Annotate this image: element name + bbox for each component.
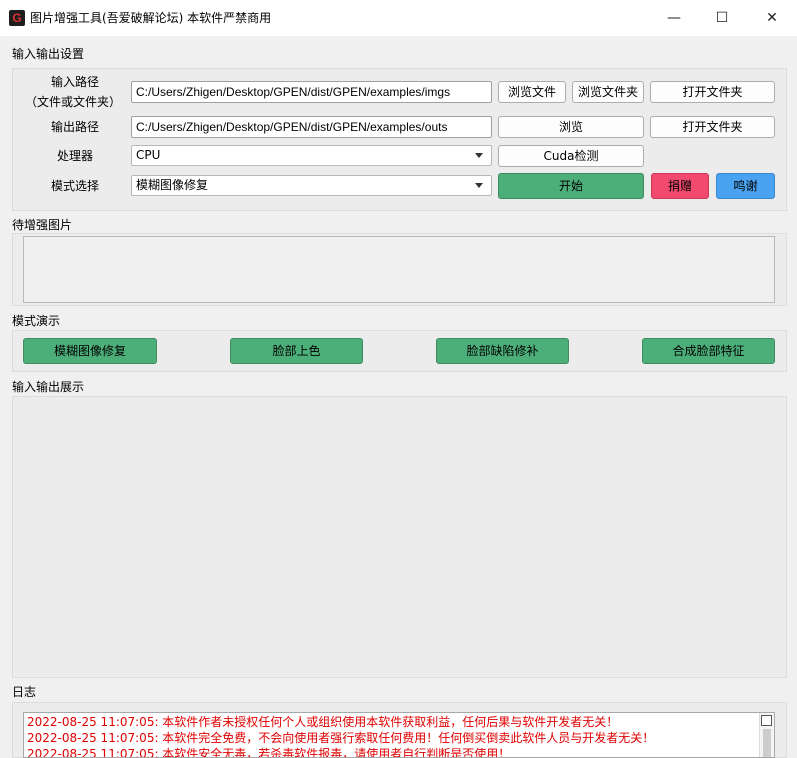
processor-value: CPU <box>136 148 161 162</box>
pending-images-list[interactable] <box>23 236 775 303</box>
input-path-field[interactable]: C:/Users/Zhigen/Desktop/GPEN/dist/GPEN/e… <box>131 81 492 103</box>
processor-select[interactable]: CPU <box>131 145 492 166</box>
mode-demo-label: 模式演示 <box>12 314 61 328</box>
thanks-button[interactable]: 鸣谢 <box>716 173 775 199</box>
chevron-down-icon <box>475 183 483 188</box>
demo-deblur-button[interactable]: 模糊图像修复 <box>23 338 157 364</box>
browse-file-button[interactable]: 浏览文件 <box>498 81 566 103</box>
close-button[interactable]: ✕ <box>749 0 795 36</box>
minimize-button[interactable]: — <box>651 0 697 36</box>
scroll-thumb[interactable] <box>763 729 771 757</box>
demo-synthesize-button[interactable]: 合成脸部特征 <box>642 338 775 364</box>
maximize-button[interactable]: ☐ <box>699 0 745 36</box>
scroll-up-icon[interactable] <box>761 715 772 726</box>
processor-label: 处理器 <box>56 149 93 163</box>
donate-button[interactable]: 捐赠 <box>651 173 709 199</box>
open-output-folder-button[interactable]: 打开文件夹 <box>650 116 775 138</box>
log-scrollbar[interactable] <box>759 713 774 757</box>
output-path-field[interactable]: C:/Users/Zhigen/Desktop/GPEN/dist/GPEN/e… <box>131 116 492 138</box>
chevron-down-icon <box>475 153 483 158</box>
mode-select[interactable]: 模糊图像修复 <box>131 175 492 196</box>
log-line: 2022-08-25 11:07:05: 本软件完全免费，不会向使用者强行索取任… <box>27 731 655 745</box>
output-path-label: 输出路径 <box>50 120 99 134</box>
demo-colorize-button[interactable]: 脸部上色 <box>230 338 363 364</box>
pending-images-label: 待增强图片 <box>12 218 73 232</box>
input-path-label: 输入路径 <box>50 75 99 89</box>
log-line: 2022-08-25 11:07:05: 本软件安全无毒，若杀毒软件报毒，请使用… <box>27 747 511 758</box>
io-display-label: 输入输出展示 <box>12 380 85 394</box>
window-title: 图片增强工具(吾爱破解论坛) 本软件严禁商用 <box>30 11 272 25</box>
app-icon: G <box>9 10 25 26</box>
mode-value: 模糊图像修复 <box>136 178 209 192</box>
browse-output-button[interactable]: 浏览 <box>498 116 644 138</box>
cuda-check-button[interactable]: Cuda检测 <box>498 145 644 167</box>
log-textarea[interactable]: 2022-08-25 11:07:05: 本软件作者未授权任何个人或组织使用本软… <box>23 712 775 758</box>
io-display-panel <box>12 396 787 678</box>
input-path-sublabel: （文件或文件夹） <box>24 95 121 109</box>
io-settings-label: 输入输出设置 <box>12 47 85 61</box>
open-input-folder-button[interactable]: 打开文件夹 <box>650 81 775 103</box>
log-line: 2022-08-25 11:07:05: 本软件作者未授权任何个人或组织使用本软… <box>27 715 619 729</box>
start-button[interactable]: 开始 <box>498 173 644 199</box>
mode-label: 模式选择 <box>50 179 99 193</box>
demo-inpaint-button[interactable]: 脸部缺陷修补 <box>436 338 569 364</box>
log-label: 日志 <box>12 685 37 699</box>
browse-folder-button[interactable]: 浏览文件夹 <box>572 81 644 103</box>
